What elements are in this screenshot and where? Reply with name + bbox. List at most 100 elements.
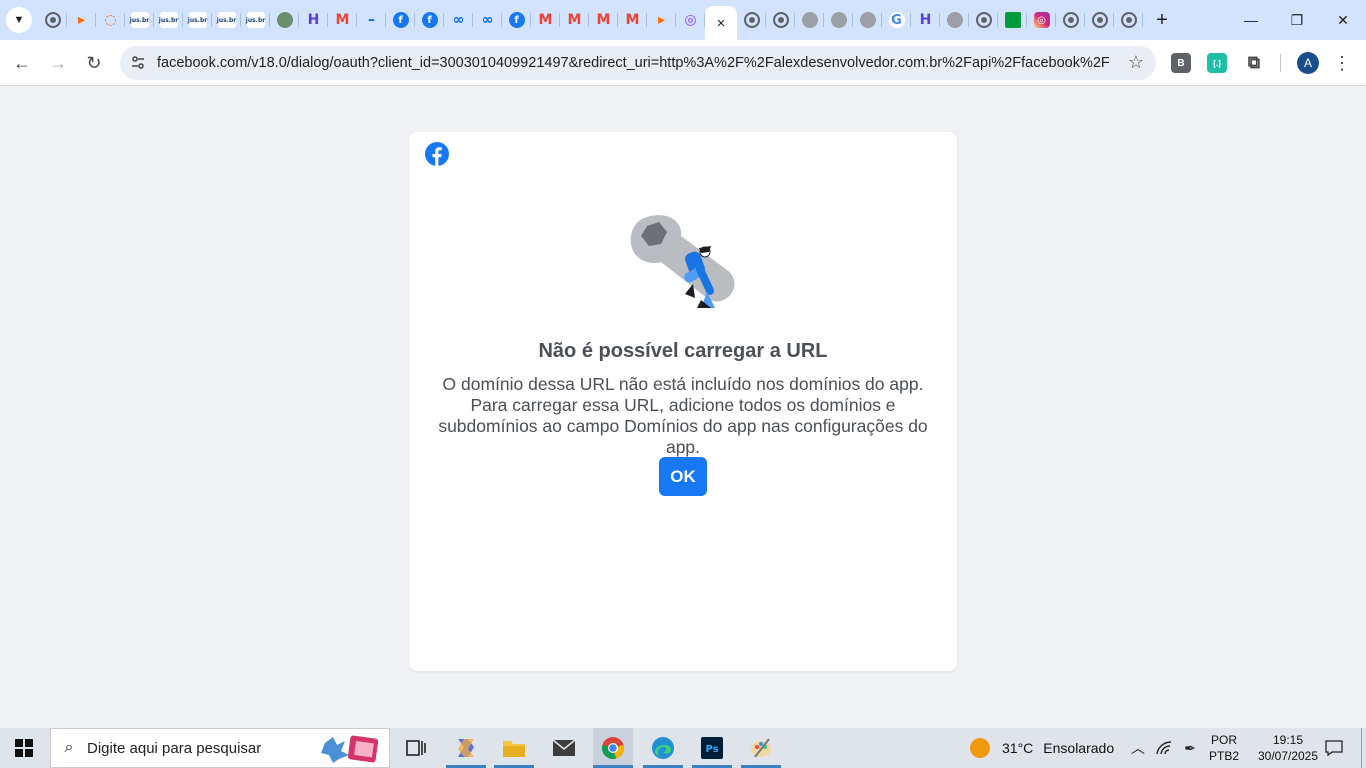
- clock-date: 30/07/2025: [1257, 749, 1319, 763]
- browser-tab[interactable]: [1085, 0, 1114, 40]
- browser-toolbar: ← → ↻ facebook.com/v18.0/dialog/oauth?cl…: [0, 40, 1366, 86]
- reload-icon: ↻: [86, 52, 102, 73]
- browser-tab[interactable]: [766, 0, 795, 40]
- browser-tab[interactable]: M: [589, 0, 618, 40]
- tab-search-button[interactable]: ▼: [6, 7, 32, 33]
- edge-icon: [652, 737, 674, 759]
- browser-tab[interactable]: jus.br: [154, 0, 183, 40]
- meta-favicon-icon: ∞: [452, 12, 465, 28]
- browser-tab[interactable]: [270, 0, 299, 40]
- browser-tab[interactable]: f: [502, 0, 531, 40]
- restore-button[interactable]: ❐: [1274, 0, 1320, 40]
- chrome-favicon-icon: [975, 12, 992, 28]
- browser-tab[interactable]: [1114, 0, 1143, 40]
- browser-tab[interactable]: M: [560, 0, 589, 40]
- edge-app[interactable]: [643, 728, 683, 768]
- meta-favicon-icon: ∞: [481, 12, 494, 28]
- start-button[interactable]: [0, 728, 48, 768]
- browser-tab[interactable]: [853, 0, 882, 40]
- browser-tab[interactable]: H: [299, 0, 328, 40]
- gmail-favicon-icon: M: [596, 12, 611, 28]
- close-window-button[interactable]: ✕: [1320, 0, 1366, 40]
- browser-tab[interactable]: G: [882, 0, 911, 40]
- browser-tab[interactable]: M: [531, 0, 560, 40]
- forward-button[interactable]: →: [44, 49, 72, 77]
- browser-tab[interactable]: –: [357, 0, 386, 40]
- url-text[interactable]: facebook.com/v18.0/dialog/oauth?client_i…: [157, 55, 1109, 71]
- browser-tab[interactable]: [998, 0, 1027, 40]
- browser-tab[interactable]: M: [618, 0, 647, 40]
- mail-app[interactable]: [544, 728, 584, 768]
- browser-tab[interactable]: M: [328, 0, 357, 40]
- arrow-right-icon: →: [49, 52, 67, 73]
- system-clock[interactable]: 19:15 30/07/2025: [1252, 732, 1324, 764]
- toolbar-separator: [1280, 54, 1281, 72]
- file-explorer-app[interactable]: [494, 728, 534, 768]
- bookmark-star-icon[interactable]: ☆: [1128, 52, 1144, 73]
- task-view-button[interactable]: [396, 728, 436, 768]
- minimize-icon: —: [1244, 12, 1258, 28]
- browser-tab[interactable]: [737, 0, 766, 40]
- pen-button[interactable]: ✒: [1180, 728, 1200, 768]
- reload-button[interactable]: ↻: [80, 49, 108, 77]
- minimize-button[interactable]: —: [1228, 0, 1274, 40]
- browser-tab[interactable]: [1056, 0, 1085, 40]
- browser-tab[interactable]: jus.br: [125, 0, 154, 40]
- folder-icon: [503, 741, 525, 757]
- browser-tab[interactable]: f: [415, 0, 444, 40]
- browser-tab[interactable]: [940, 0, 969, 40]
- browser-tab[interactable]: jus.br: [183, 0, 212, 40]
- dialog-message: O domínio dessa URL não está incluído no…: [438, 374, 928, 457]
- ok-button[interactable]: OK: [659, 457, 707, 496]
- wifi-button[interactable]: [1154, 728, 1174, 768]
- facebook-dialog: Não é possível carregar a URL O domínio …: [409, 132, 957, 671]
- browser-tab[interactable]: ◎: [676, 0, 705, 40]
- hj-favicon-icon: H: [919, 12, 932, 28]
- browser-tab[interactable]: [969, 0, 998, 40]
- arrow-left-icon: ←: [13, 52, 31, 73]
- menu-kebab-icon[interactable]: ⋮: [1333, 51, 1351, 75]
- browser-tab[interactable]: jus.br: [241, 0, 270, 40]
- browser-tab[interactable]: ◌: [96, 0, 125, 40]
- browser-tab[interactable]: ◎: [1027, 0, 1056, 40]
- taskbar-search-box[interactable]: ⌕ Digite aqui para pesquisar: [50, 728, 390, 768]
- extension-b-label: B: [1177, 57, 1185, 69]
- browser-tab[interactable]: f: [386, 0, 415, 40]
- gmail-favicon-icon: M: [538, 12, 553, 28]
- back-button[interactable]: ←: [8, 49, 36, 77]
- tab-list: ▸ ◌ jus.br jus.br jus.br jus.br jus.br H M – f f ∞ ∞ f…: [38, 0, 1143, 40]
- mail-icon: [552, 739, 576, 756]
- site-info-button[interactable]: [123, 48, 153, 78]
- task-view-icon: [406, 740, 426, 756]
- browser-tab[interactable]: jus.br: [212, 0, 241, 40]
- browser-tab[interactable]: H: [911, 0, 940, 40]
- browser-tab[interactable]: [824, 0, 853, 40]
- browser-tab[interactable]: ▸: [67, 0, 96, 40]
- weather-widget[interactable]: 31°C Ensolarado: [970, 728, 1114, 768]
- extension-b-icon[interactable]: B: [1171, 53, 1191, 73]
- facebook-favicon-icon: f: [421, 12, 438, 28]
- facebook-favicon-icon: f: [392, 12, 409, 28]
- paint-app[interactable]: [741, 728, 781, 768]
- copilot-app[interactable]: [446, 728, 486, 768]
- paint-palette-icon: [751, 738, 771, 758]
- weather-temp: 31°C: [1002, 740, 1034, 756]
- new-tab-button[interactable]: +: [1150, 8, 1174, 32]
- extensions-puzzle-icon[interactable]: ⧉: [1243, 52, 1265, 74]
- chrome-app[interactable]: [593, 728, 633, 768]
- chrome-favicon-icon: [772, 12, 789, 28]
- extension-bracket-icon[interactable]: [.]: [1207, 53, 1227, 73]
- tray-overflow-button[interactable]: ︿: [1128, 728, 1148, 768]
- notifications-button[interactable]: [1318, 728, 1350, 768]
- profile-avatar[interactable]: A: [1297, 52, 1319, 74]
- browser-tab[interactable]: ∞: [473, 0, 502, 40]
- address-bar[interactable]: facebook.com/v18.0/dialog/oauth?client_i…: [120, 46, 1156, 80]
- photoshop-app[interactable]: Ps: [692, 728, 732, 768]
- active-tab-close-button[interactable]: ×: [705, 6, 737, 40]
- browser-tab[interactable]: [38, 0, 67, 40]
- browser-tab[interactable]: ∞: [444, 0, 473, 40]
- show-desktop-button[interactable]: [1361, 728, 1366, 768]
- browser-tab[interactable]: ▸: [647, 0, 676, 40]
- input-language[interactable]: POR PTB2: [1204, 732, 1244, 764]
- browser-tab[interactable]: [795, 0, 824, 40]
